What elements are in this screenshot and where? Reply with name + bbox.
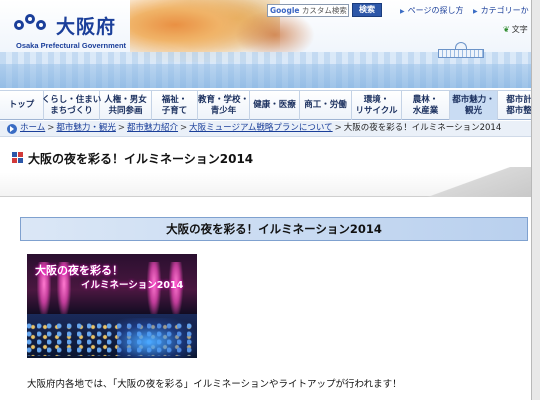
title-bullet-icon — [12, 152, 23, 163]
nav-label: 人権・男女 — [104, 94, 147, 105]
site-header: 大阪府 Osaka Prefectural Government Google … — [0, 0, 540, 88]
text-size-control[interactable]: ❦ 文字 — [503, 24, 528, 35]
search-button[interactable]: 検索 — [352, 3, 382, 17]
breadcrumb-current: 大阪の夜を彩る！イルミネーション2014 — [343, 123, 502, 133]
nav-label: トップ — [8, 100, 35, 110]
nav-item-human-rights[interactable]: 人権・男女 共同参画 — [100, 91, 152, 120]
osaka-emblem-icon — [14, 14, 54, 36]
photo-caption-line2: イルミネーション2014 — [81, 280, 184, 291]
nav-label: 健康・医療 — [253, 100, 296, 110]
nav-item-welfare[interactable]: 福祉・ 子育て — [152, 91, 198, 120]
search-placeholder: カスタム検索 — [301, 6, 347, 15]
breadcrumb-separator: > — [334, 123, 342, 133]
breadcrumb-city-appeal[interactable]: 都市魅力紹介 — [127, 123, 178, 133]
breadcrumb-museum-plan[interactable]: 大阪ミュージアム戦略プランについて — [189, 123, 332, 133]
nav-item-environment[interactable]: 環境・ リサイクル — [352, 91, 402, 120]
nav-label: 環境・ — [363, 94, 390, 105]
link-category[interactable]: ▶ カテゴリーか — [473, 5, 529, 16]
nav-label: 青少年 — [210, 105, 237, 116]
nav-label: 観光 — [464, 105, 482, 116]
nav-item-tourism[interactable]: 都市魅力・ 観光 — [450, 91, 498, 120]
section-heading: 大阪の夜を彩る！イルミネーション2014 — [20, 217, 528, 241]
page-title-area: 大阪の夜を彩る！イルミネーション2014 — [0, 137, 540, 197]
google-label: Google — [270, 6, 300, 15]
nav-item-agriculture[interactable]: 農林・ 水産業 — [402, 91, 450, 120]
title-decoration — [420, 167, 540, 197]
nav-label: くらし・住まい — [41, 94, 102, 105]
breadcrumb-tourism[interactable]: 都市魅力・観光 — [56, 123, 116, 133]
government-building-icon — [438, 42, 484, 58]
link-label: ページの探し方 — [407, 6, 464, 15]
arrow-right-icon: ▶ — [473, 8, 478, 15]
nav-label: まちづくり — [50, 105, 93, 116]
breadcrumb-separator: > — [117, 123, 126, 133]
nav-label: 福祉・ — [161, 94, 188, 105]
nav-label: 教育・学校・ — [198, 94, 250, 105]
site-logo[interactable]: 大阪府 Osaka Prefectural Government — [14, 12, 127, 54]
nav-label: 都市魅力・ — [452, 94, 495, 105]
logo-text-en: Osaka Prefectural Government — [16, 41, 127, 50]
nav-item-living[interactable]: くらし・住まい まちづくり — [41, 91, 102, 120]
nav-item-commerce[interactable]: 商工・労働 — [300, 91, 352, 120]
nav-label: 都市計 — [506, 94, 532, 105]
nav-label: 水産業 — [412, 105, 439, 116]
nav-label: リサイクル — [355, 105, 398, 116]
nav-item-education[interactable]: 教育・学校・ 青少年 — [198, 91, 250, 120]
breadcrumb: ホーム > 都市魅力・観光 > 都市魅力紹介 > 大阪ミュージアム戦略プランについて > 大阪の… — [0, 121, 540, 137]
nav-label: 共同参画 — [108, 105, 143, 116]
window-scrollbar[interactable] — [531, 0, 540, 400]
global-nav: トップ くらし・住まい まちづくり 人権・男女 共同参画 福祉・ 子育て 教育・学校・… — [0, 90, 540, 120]
page-title: 大阪の夜を彩る！イルミネーション2014 — [28, 152, 254, 166]
breadcrumb-arrow-icon — [7, 124, 17, 134]
leaf-icon: ❦ — [503, 25, 510, 34]
logo-text-jp: 大阪府 — [56, 16, 117, 38]
link-label: カテゴリーか — [480, 6, 529, 15]
text-size-label: 文字 — [511, 25, 528, 34]
link-how-to-find-pages[interactable]: ▶ ページの探し方 — [400, 5, 463, 16]
nav-label: 農林・ — [412, 94, 439, 105]
illumination-photo: 大阪の夜を彩る！ イルミネーション2014 — [27, 254, 197, 358]
breadcrumb-home[interactable]: ホーム — [20, 123, 45, 133]
nav-label: 商工・労働 — [304, 100, 347, 110]
nav-label: 子育て — [161, 105, 188, 116]
nav-item-health[interactable]: 健康・医療 — [250, 91, 300, 120]
breadcrumb-separator: > — [180, 123, 188, 133]
search-input[interactable]: Google カスタム検索 — [267, 4, 349, 17]
breadcrumb-separator: > — [47, 123, 55, 133]
header-wave-band — [0, 64, 540, 88]
arrow-right-icon: ▶ — [400, 8, 405, 15]
intro-paragraph: 大阪府内各地では、「大阪の夜を彩る」イルミネーションやライトアップが行われます！ — [27, 379, 402, 390]
nav-label: 都市整 — [506, 105, 532, 116]
photo-caption-line1: 大阪の夜を彩る！ — [35, 264, 123, 277]
nav-item-top[interactable]: トップ — [0, 91, 44, 120]
